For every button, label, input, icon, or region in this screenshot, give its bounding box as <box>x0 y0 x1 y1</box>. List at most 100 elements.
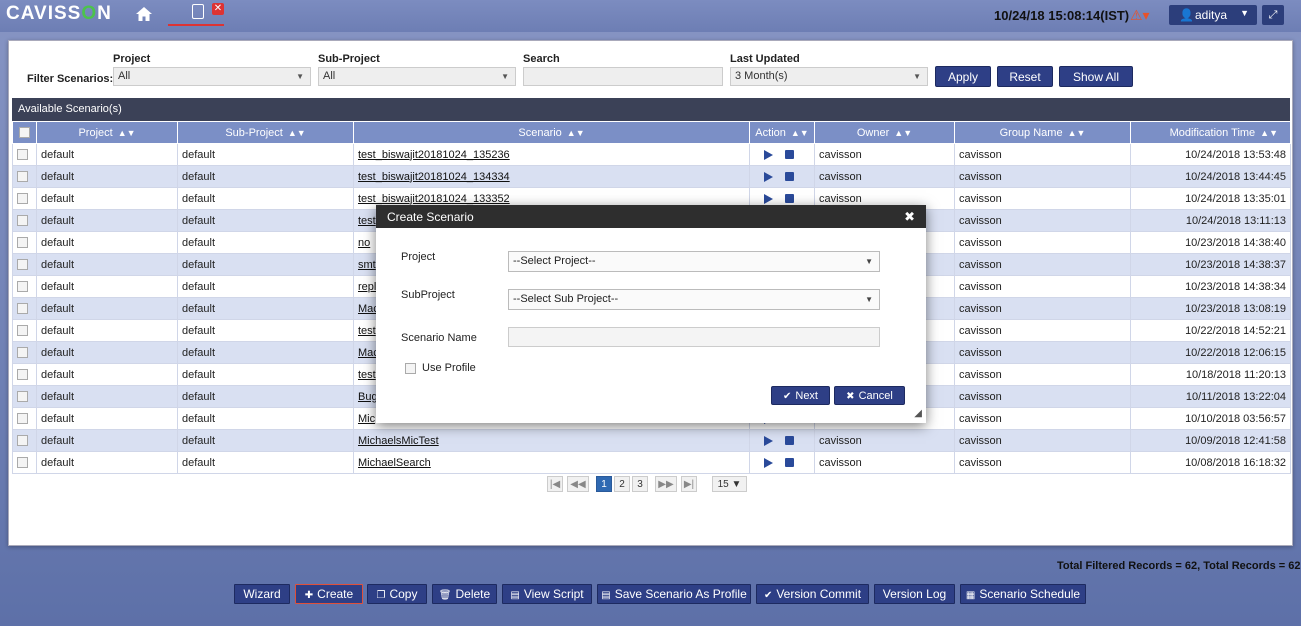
row-checkbox[interactable] <box>12 187 37 210</box>
resize-handle-icon[interactable]: ◢ <box>914 408 922 419</box>
row-checkbox[interactable] <box>12 363 37 386</box>
cell-scenario-link-text[interactable]: test <box>358 215 376 227</box>
cell-scenario-link-text[interactable]: test <box>358 369 376 381</box>
cell-scenario-link-text[interactable]: test <box>358 325 376 337</box>
row-checkbox[interactable] <box>12 253 37 276</box>
scenario-schedule-button[interactable]: ▦ Scenario Schedule <box>960 584 1086 604</box>
view-script-button[interactable]: ▤ View Script <box>502 584 592 604</box>
close-icon[interactable]: ✖ <box>904 209 915 225</box>
cell-scenario-link[interactable]: MichaelsMicTest <box>353 429 750 452</box>
home-icon[interactable] <box>134 4 154 24</box>
cell-modtime-text: 10/23/2018 14:38:40 <box>1185 236 1286 249</box>
create-button[interactable]: ✚ Create <box>295 584 363 604</box>
prev-page-icon[interactable]: ◀◀ <box>567 476 589 492</box>
cell-scenario-link[interactable]: MichaelSearch <box>353 451 750 474</box>
col-owner[interactable]: Owner ▲▼ <box>814 121 955 144</box>
scenario-name-input[interactable] <box>508 327 880 347</box>
save-profile-button[interactable]: ▤ Save Scenario As Profile <box>597 584 751 604</box>
cell-scenario-link-text[interactable]: smt <box>358 259 376 271</box>
edit-icon[interactable] <box>785 172 794 182</box>
edit-icon[interactable] <box>785 458 794 468</box>
first-page-icon[interactable]: |◀ <box>547 476 563 492</box>
user-menu-button[interactable]: 👤 aditya ▼ <box>1169 5 1257 25</box>
row-checkbox[interactable] <box>12 297 37 320</box>
use-profile-checkbox[interactable] <box>405 363 416 374</box>
modal-project-select[interactable]: --Select Project-- ▼ <box>508 251 880 272</box>
cell-scenario-link-text[interactable]: no <box>358 237 370 249</box>
col-modtime[interactable]: Modification Time ▲▼ <box>1130 121 1291 144</box>
apply-button[interactable]: Apply <box>935 66 991 87</box>
cell-project-text: default <box>41 302 75 315</box>
play-icon[interactable] <box>764 193 773 204</box>
row-checkbox[interactable] <box>12 385 37 408</box>
cell-subproject: default <box>177 143 354 166</box>
edit-icon[interactable] <box>785 436 794 446</box>
next-button[interactable]: ✔ Next <box>771 386 830 405</box>
table-row[interactable]: default default MichaelSearch cavisson cavis… <box>12 451 1291 474</box>
cell-scenario-link-text[interactable]: MichaelsMicTest <box>358 435 439 447</box>
row-checkbox[interactable] <box>12 341 37 364</box>
select-all-checkbox[interactable] <box>12 121 37 144</box>
cell-scenario-link-text[interactable]: test_biswajit20181024_135236 <box>358 149 510 161</box>
row-checkbox[interactable] <box>12 275 37 298</box>
table-row[interactable]: default default test_biswajit20181024_1352… <box>12 143 1291 166</box>
project-filter-select[interactable]: All ▼ <box>113 67 311 86</box>
version-commit-button[interactable]: ✔ Version Commit <box>756 584 869 604</box>
cell-scenario-link-text[interactable]: MichaelSearch <box>358 457 431 469</box>
edit-icon[interactable] <box>785 194 794 204</box>
page-3[interactable]: 3 <box>632 476 648 492</box>
table-row[interactable]: default default test_biswajit20181024_1343… <box>12 165 1291 188</box>
show-all-button[interactable]: Show All <box>1059 66 1133 87</box>
cancel-button[interactable]: ✖ Cancel <box>834 386 905 405</box>
last-page-icon[interactable]: ▶| <box>681 476 697 492</box>
version-log-button[interactable]: Version Log <box>874 584 955 604</box>
cell-scenario-link[interactable]: test_biswajit20181024_134334 <box>353 165 750 188</box>
row-checkbox[interactable] <box>12 231 37 254</box>
cell-scenario-link-text[interactable]: test_biswajit20181024_133352 <box>358 193 510 205</box>
play-icon[interactable] <box>764 149 773 160</box>
col-subproject[interactable]: Sub-Project ▲▼ <box>177 121 354 144</box>
close-icon[interactable]: ✕ <box>212 3 224 15</box>
cell-scenario-link-text[interactable]: test_biswajit20181024_134334 <box>358 171 510 183</box>
cell-modtime-text: 10/08/2018 16:18:32 <box>1185 456 1286 469</box>
col-action[interactable]: Action ▲▼ <box>749 121 815 144</box>
delete-button[interactable]: 🗑 Delete <box>432 584 497 604</box>
row-checkbox[interactable] <box>12 319 37 342</box>
table-row[interactable]: default default MichaelsMicTest cavisson cav… <box>12 429 1291 452</box>
page-size-select[interactable]: 15 ▼ <box>712 476 747 492</box>
row-checkbox[interactable] <box>12 209 37 232</box>
wizard-button[interactable]: Wizard <box>234 584 290 604</box>
col-scenario[interactable]: Scenario ▲▼ <box>353 121 750 144</box>
reset-button[interactable]: Reset <box>997 66 1053 87</box>
row-checkbox[interactable] <box>12 165 37 188</box>
subproject-filter-select[interactable]: All ▼ <box>318 67 516 86</box>
row-checkbox[interactable] <box>12 143 37 166</box>
edit-icon[interactable] <box>785 150 794 160</box>
play-icon[interactable] <box>764 435 773 446</box>
cell-scenario-link[interactable]: test_biswajit20181024_135236 <box>353 143 750 166</box>
play-icon[interactable] <box>764 457 773 468</box>
search-input[interactable] <box>523 67 723 86</box>
copy-button[interactable]: ❐ Copy <box>367 584 427 604</box>
open-tab[interactable]: ✕ <box>168 2 224 26</box>
cell-project-text: default <box>41 280 75 293</box>
next-page-icon[interactable]: ▶▶ <box>655 476 677 492</box>
col-project[interactable]: Project ▲▼ <box>36 121 178 144</box>
page-2[interactable]: 2 <box>614 476 630 492</box>
cell-group: cavisson <box>954 165 1131 188</box>
alert-icon[interactable]: ⚠▾ <box>1130 7 1154 23</box>
col-group[interactable]: Group Name ▲▼ <box>954 121 1131 144</box>
expand-icon[interactable]: ⤢ <box>1262 5 1284 25</box>
cell-modtime: 10/22/2018 14:52:21 <box>1130 319 1291 342</box>
cell-owner-text: cavisson <box>819 192 862 205</box>
modal-subproject-select[interactable]: --Select Sub Project-- ▼ <box>508 289 880 310</box>
cell-scenario-link-text[interactable]: repl <box>358 281 376 293</box>
last-updated-select[interactable]: 3 Month(s) ▼ <box>730 67 928 86</box>
play-icon[interactable] <box>764 171 773 182</box>
cell-scenario-link-text[interactable]: Bug <box>358 391 378 403</box>
cell-scenario-link-text[interactable]: Mic <box>358 413 375 425</box>
row-checkbox[interactable] <box>12 451 37 474</box>
row-checkbox[interactable] <box>12 407 37 430</box>
page-1[interactable]: 1 <box>596 476 612 492</box>
row-checkbox[interactable] <box>12 429 37 452</box>
